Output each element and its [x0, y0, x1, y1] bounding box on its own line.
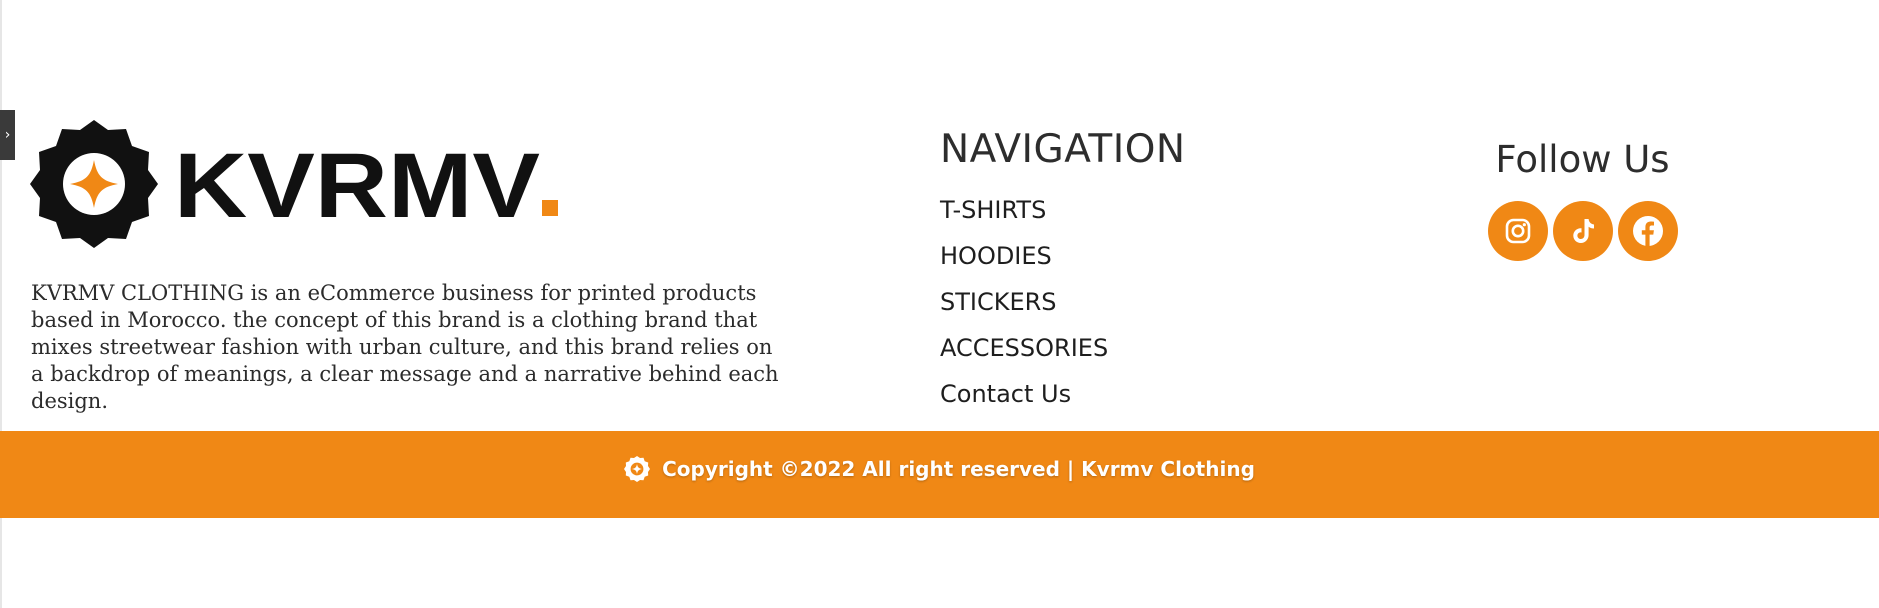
brand-wordmark-dot	[542, 200, 558, 216]
facebook-icon	[1632, 216, 1663, 246]
list-item: ACCESSORIES	[940, 332, 1186, 378]
instagram-icon	[1505, 218, 1530, 244]
gear-star-icon	[624, 455, 651, 482]
list-item: T-SHIRTS	[940, 194, 1186, 240]
brand-description: KVRMV CLOTHING is an eCommerce business …	[31, 281, 779, 413]
instagram-button[interactable]	[1487, 201, 1548, 261]
nav-link-tshirts[interactable]: T-SHIRTS	[940, 194, 1046, 226]
copyright-bar: Copyright ©2022 All right reserved | Kvr…	[0, 431, 1879, 518]
gear-logo-icon	[30, 120, 158, 248]
list-item: STICKERS	[940, 286, 1186, 332]
navigation-list: T-SHIRTS HOODIES STICKERS ACCESSORIES Co…	[940, 194, 1186, 424]
tiktok-icon	[1572, 219, 1594, 243]
follow-us-section: Follow Us	[1480, 134, 1685, 261]
list-item: HOODIES	[940, 240, 1186, 286]
list-item: Contact Us	[940, 378, 1186, 424]
nav-link-contact[interactable]: Contact Us	[940, 378, 1071, 410]
copyright-text: Copyright ©2022 All right reserved | Kvr…	[662, 456, 1255, 481]
nav-link-accessories[interactable]: ACCESSORIES	[940, 332, 1108, 364]
navigation-title: NAVIGATION	[940, 127, 1186, 172]
follow-us-title: Follow Us	[1495, 138, 1670, 181]
copyright-content: Copyright ©2022 All right reserved | Kvr…	[624, 455, 1255, 482]
site-footer: KVRMV KVRMV CLOTHING is an eCommerce bus…	[0, 0, 1879, 431]
nav-link-hoodies[interactable]: HOODIES	[940, 240, 1052, 272]
tiktok-button[interactable]	[1552, 201, 1613, 261]
brand-logo[interactable]: KVRMV	[30, 120, 560, 248]
footer-navigation: NAVIGATION T-SHIRTS HOODIES STICKERS ACC…	[940, 124, 1186, 424]
nav-link-stickers[interactable]: STICKERS	[940, 286, 1057, 318]
brand-wordmark: KVRMV	[174, 135, 540, 237]
facebook-button[interactable]	[1617, 201, 1678, 261]
social-links	[1480, 201, 1685, 261]
